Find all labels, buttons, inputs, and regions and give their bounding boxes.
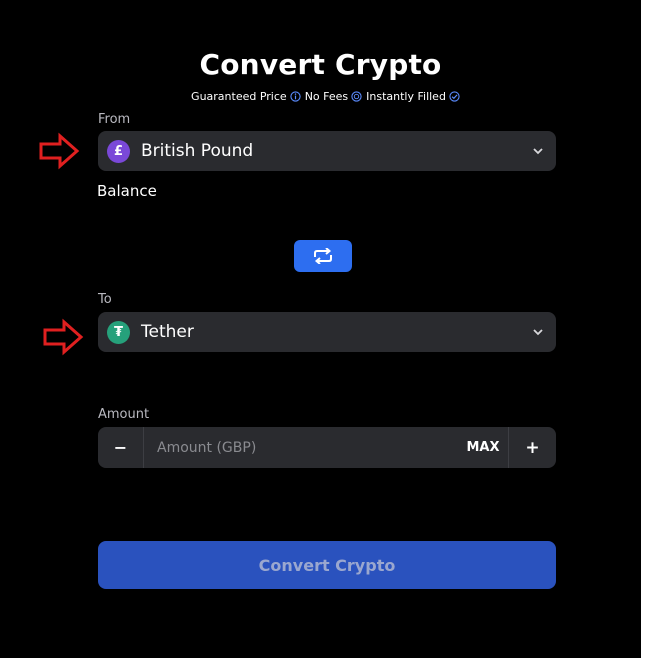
amount-label: Amount [98,407,150,422]
max-button[interactable]: MAX [458,427,508,468]
info-circle-icon [290,91,301,102]
page-title: Convert Crypto [199,48,442,81]
from-currency-select[interactable]: £ British Pound [98,131,556,171]
tether-coin-icon: ₮ [107,320,130,344]
feature-label: No Fees [304,90,349,103]
swap-button[interactable] [294,240,352,272]
to-currency-select[interactable]: ₮ Tether [98,312,556,352]
from-label: From [98,112,131,127]
decrement-button[interactable]: − [98,427,144,468]
feature-no-fees: No Fees [305,90,362,103]
amount-input[interactable] [145,427,455,468]
to-label: To [98,292,112,307]
amount-stepper: − MAX + [98,427,556,468]
window-edge [641,0,645,658]
feature-label: Instantly Filled [366,90,446,103]
feature-instantly-filled: Instantly Filled [366,90,460,103]
chevron-down-icon [533,148,543,155]
swap-arrows-icon [314,248,332,264]
feature-list: Guaranteed Price No Fees Instantly Fille… [0,90,645,103]
increment-button[interactable]: + [508,427,556,468]
feature-label: Guaranteed Price [191,90,287,103]
convert-button[interactable]: Convert Crypto [98,541,556,589]
annotation-arrow-icon [39,132,80,170]
to-currency-name: Tether [141,322,194,342]
chevron-down-icon [533,329,543,336]
check-circle-icon [449,91,460,102]
from-currency-name: British Pound [141,141,254,161]
coin-circle-icon [351,91,362,102]
convert-panel: Convert Crypto Guaranteed Price No Fees … [0,0,641,658]
balance-label: Balance [97,182,157,200]
annotation-arrow-icon [43,318,84,356]
pound-coin-icon: £ [107,139,130,163]
feature-guaranteed-price: Guaranteed Price [191,90,301,103]
